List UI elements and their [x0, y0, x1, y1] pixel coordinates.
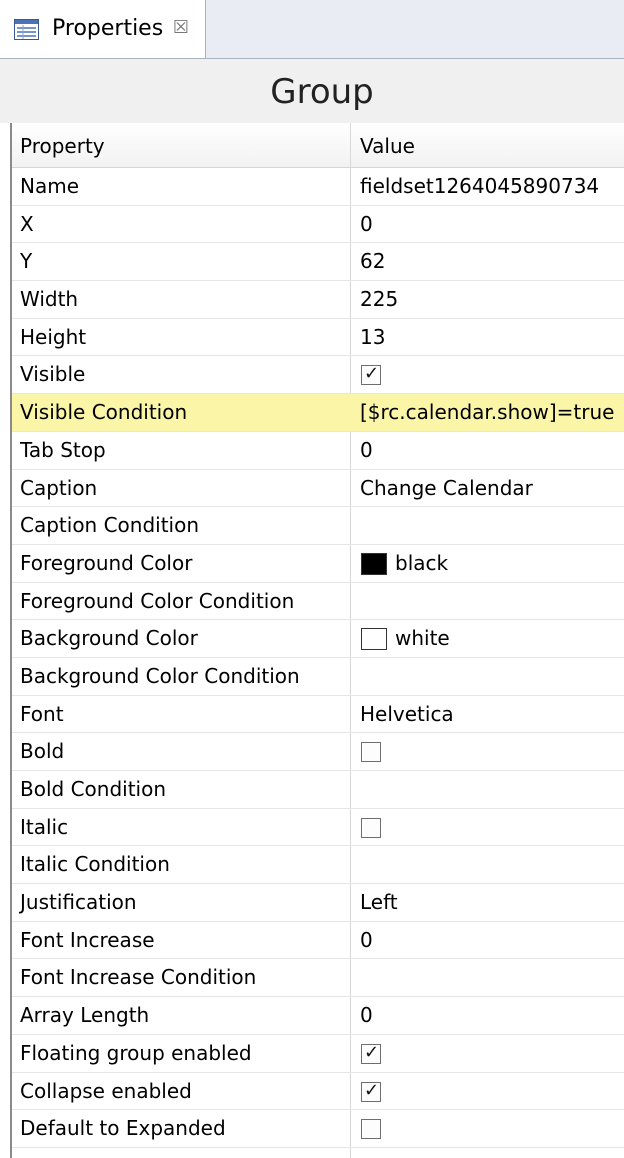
property-value[interactable]: Change Calendar — [360, 470, 533, 507]
property-name: Caption Condition — [20, 513, 200, 538]
property-value[interactable]: 225 — [360, 281, 398, 318]
table-row[interactable]: Y 62 — [12, 243, 624, 282]
tab-properties[interactable]: Properties ☒ — [0, 0, 206, 58]
property-value[interactable]: 0 — [360, 206, 373, 243]
table-row[interactable]: Bold — [12, 733, 624, 771]
property-value[interactable]: Left — [360, 884, 398, 921]
property-name: Font Increase — [20, 927, 155, 952]
property-name: Italic Condition — [20, 852, 170, 877]
property-name: Default to Expanded — [20, 1116, 226, 1141]
table-row[interactable]: X0 — [12, 206, 624, 244]
color-swatch-icon[interactable] — [361, 628, 387, 651]
property-name: Background Color — [20, 626, 198, 651]
property-name: Caption — [20, 475, 98, 500]
table-row[interactable]: Width 225 — [12, 281, 624, 319]
table-row[interactable]: Caption Change Calendar — [12, 470, 624, 508]
property-name: Tab Stop — [20, 437, 106, 462]
table-row[interactable]: Bold Condition — [12, 771, 624, 809]
table-row[interactable]: Visible ✓ — [12, 356, 624, 395]
properties-icon — [14, 19, 39, 40]
property-checkbox[interactable]: ✓ — [361, 1041, 381, 1064]
table-row[interactable]: Foreground Color black — [12, 545, 624, 583]
color-swatch-icon[interactable] — [361, 552, 387, 575]
page-title: Group — [270, 72, 374, 112]
table-header-row: Property Value — [12, 123, 624, 168]
table-row[interactable]: Background Color white — [12, 620, 624, 658]
properties-view: Properties ☒ Group Property Value Name fi… — [0, 0, 624, 1158]
property-name: Bold — [20, 739, 65, 764]
property-value[interactable]: white — [395, 620, 450, 657]
table-row[interactable]: Font Increase 0 — [12, 922, 624, 960]
table-row[interactable]: Collapse enabled ✓ — [12, 1073, 624, 1111]
property-name: Foreground Color — [20, 550, 193, 575]
property-name: Name — [20, 174, 80, 198]
property-table: Property Value Name fieldset1264045890734… — [0, 123, 624, 1158]
property-checkbox[interactable]: ✓ — [361, 1079, 381, 1102]
checkmark-icon: ✓ — [364, 1041, 380, 1063]
property-name: Width — [20, 287, 79, 312]
property-name: Collapse enabled — [20, 1078, 192, 1103]
property-name: Foreground Color Condition — [20, 588, 295, 613]
table-row[interactable]: Italic — [12, 809, 624, 847]
table-row[interactable]: Font Increase Condition — [12, 959, 624, 998]
property-checkbox[interactable] — [361, 742, 381, 763]
property-name: Height — [20, 324, 87, 349]
property-checkbox[interactable] — [361, 1119, 381, 1140]
property-name: Floating group enabled — [20, 1040, 252, 1065]
property-value[interactable]: black — [395, 545, 448, 582]
close-icon[interactable]: ☒ — [171, 18, 191, 38]
property-name: Background Color Condition — [20, 663, 300, 688]
property-name: Bold Condition — [20, 777, 167, 801]
property-name: X — [20, 211, 34, 236]
table-row[interactable]: Caption Condition — [12, 507, 624, 545]
property-value[interactable]: fieldset1264045890734 — [360, 168, 599, 205]
property-value[interactable]: 62 — [360, 243, 385, 280]
table-row[interactable]: Visible Condition [$rc.calendar.show]=tru… — [12, 394, 624, 432]
property-value[interactable]: 13 — [360, 319, 385, 356]
table-row[interactable]: Height 13 — [12, 319, 624, 357]
checkmark-icon: ✓ — [364, 363, 380, 385]
property-name: Font Increase Condition — [20, 965, 257, 990]
table-row[interactable]: Array Length 0 — [12, 997, 624, 1035]
table-row[interactable]: Name fieldset1264045890734 — [12, 168, 624, 206]
table-body: Name fieldset1264045890734 X 0 Y 62 Width 225 He… — [12, 168, 624, 1148]
property-checkbox[interactable]: ✓ — [361, 363, 381, 386]
table-row[interactable]: Background Color Condition — [12, 658, 624, 696]
property-value[interactable]: 0 — [360, 922, 373, 959]
property-name: Y — [20, 249, 33, 274]
table-row[interactable]: Tab Stop 0 — [12, 432, 624, 470]
table-row[interactable]: Font Helvetica — [12, 696, 624, 734]
table-row[interactable]: Italic Condition — [12, 846, 624, 885]
column-header-value[interactable]: Value — [360, 123, 415, 167]
property-name: Visible Condition — [20, 400, 188, 425]
property-value[interactable]: 0 — [360, 432, 373, 469]
property-value[interactable]: 0 — [360, 997, 373, 1034]
column-header-property[interactable]: Property — [20, 123, 105, 167]
property-value[interactable]: [$rc.calendar.show]=true — [360, 394, 614, 431]
property-value[interactable]: Helvetica — [360, 696, 454, 733]
table-row[interactable]: Floating group enabled ✓ — [12, 1035, 624, 1073]
property-checkbox[interactable] — [361, 817, 381, 838]
property-name: Justification — [20, 890, 137, 915]
table-row[interactable]: Foreground Color Condition — [12, 583, 624, 621]
property-name: Array Length — [20, 1003, 150, 1028]
table-row[interactable]: Justification Left — [12, 884, 624, 922]
properties-header: Group — [0, 59, 624, 123]
checkmark-icon: ✓ — [364, 1079, 380, 1101]
property-name: Visible — [20, 362, 86, 387]
tab-properties-label: Properties — [52, 16, 164, 41]
table-row[interactable]: Default to Expanded — [12, 1110, 624, 1148]
property-name: Font — [20, 701, 64, 726]
property-name: Italic — [20, 814, 69, 839]
tab-bar: Properties ☒ — [0, 0, 624, 59]
table-left-border — [0, 123, 12, 1158]
